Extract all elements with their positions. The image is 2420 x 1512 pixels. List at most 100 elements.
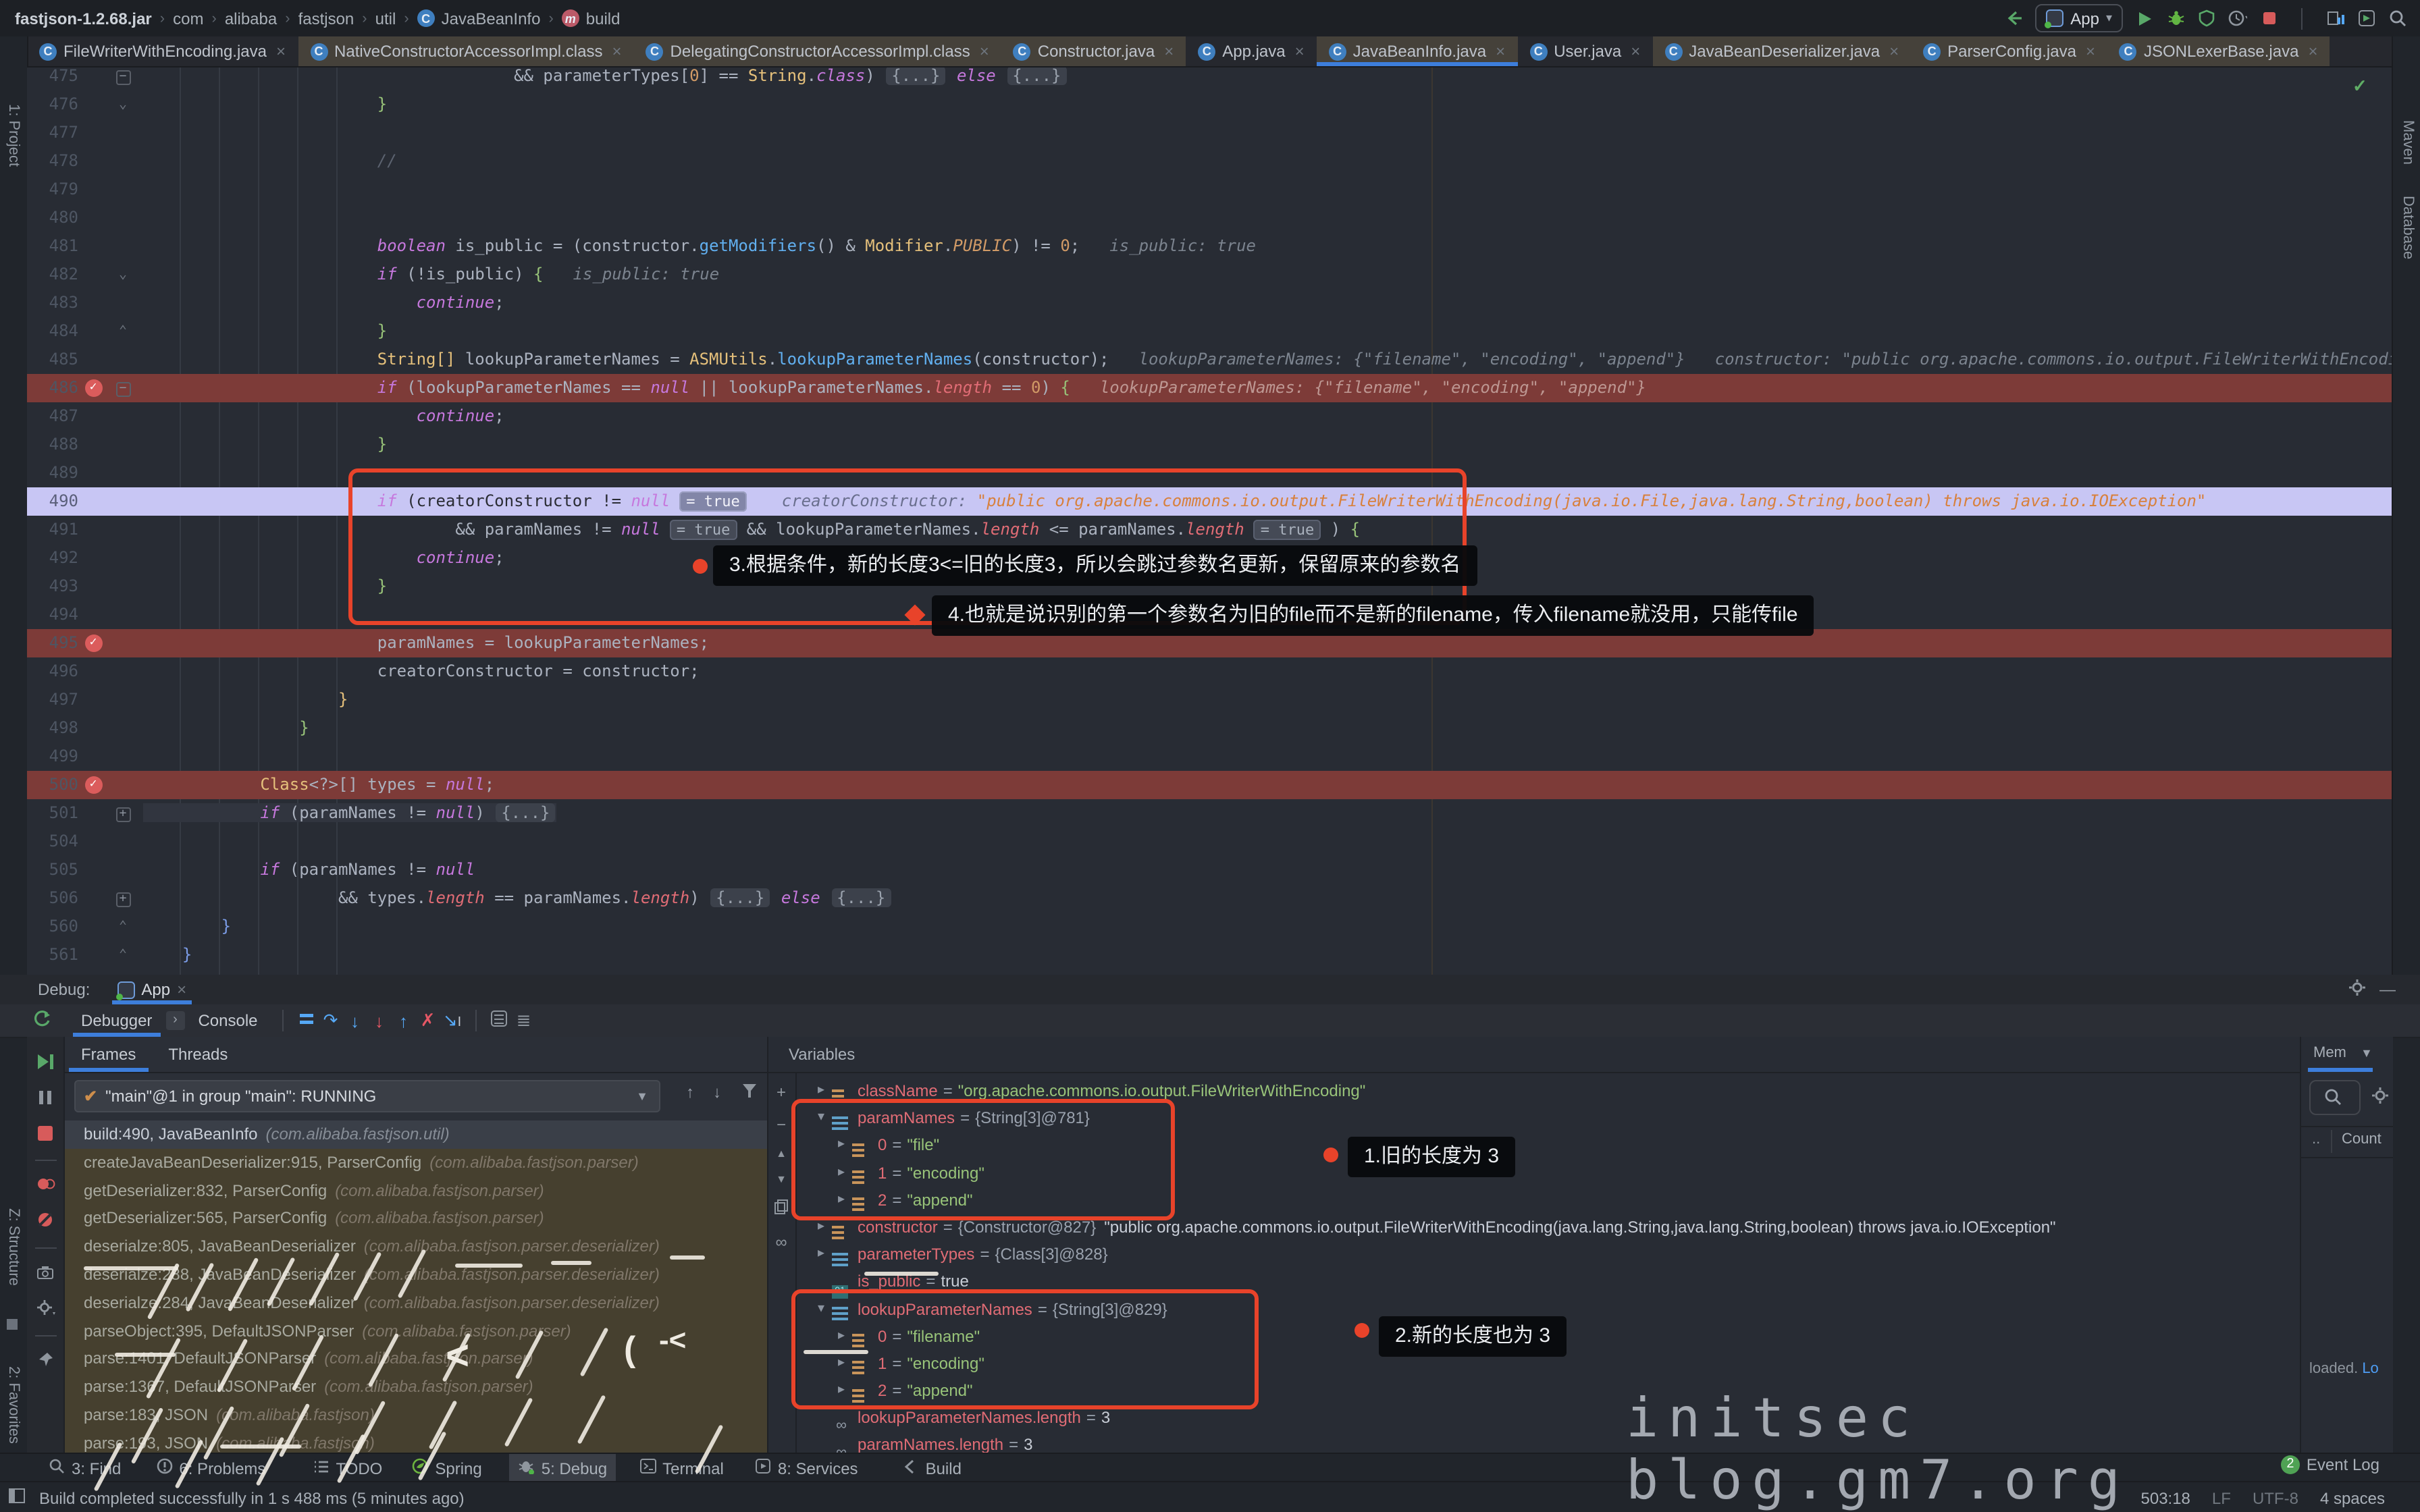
tab-debugger[interactable]: Debugger — [68, 1004, 165, 1037]
tab-User.java[interactable]: CUser.java× — [1517, 36, 1652, 66]
breadcrumb-root[interactable]: fastjson-1.2.68.jar — [15, 9, 152, 28]
tab-FileWriterWithEncoding.java[interactable]: CFileWriterWithEncoding.java× — [27, 36, 298, 66]
force-step-into-icon[interactable]: ↓ — [367, 1010, 392, 1031]
tab-threads[interactable]: Threads — [152, 1037, 244, 1072]
code-line-560[interactable]: 560⌃ } — [27, 913, 2392, 941]
variable-row-1[interactable]: ▸1="encoding" — [797, 1159, 2300, 1186]
fold-icon[interactable]: − — [115, 382, 130, 397]
chevron-down-icon[interactable]: ▼ — [2361, 1046, 2373, 1060]
run-button[interactable] — [2135, 9, 2154, 28]
code-line-476[interactable]: 476⌄ } — [27, 90, 2392, 119]
variable-row-className[interactable]: ▸className="org.apache.commons.io.output… — [797, 1077, 2300, 1104]
expand-icon[interactable]: ▸ — [833, 1132, 849, 1159]
scroll-up-icon[interactable]: ▲ — [776, 1148, 787, 1160]
expand-icon[interactable]: ▾ — [813, 1295, 829, 1322]
hide-panel-icon[interactable]: — — [2379, 980, 2396, 999]
thread-selector[interactable]: ✔ "main"@1 in group "main": RUNNING ▼ — [74, 1080, 660, 1112]
tab-memory[interactable]: Mem — [2313, 1045, 2346, 1061]
fold-icon[interactable]: ⌃ — [119, 948, 127, 963]
code-line-492[interactable]: 492 continue; — [27, 544, 2392, 572]
close-icon[interactable]: × — [1631, 42, 1640, 61]
expand-icon[interactable]: ▾ — [813, 1104, 829, 1131]
expand-icon[interactable]: ▸ — [833, 1350, 849, 1377]
add-watch-icon[interactable]: + — [777, 1083, 786, 1102]
variable-row-0[interactable]: ▸0="filename" — [797, 1322, 2300, 1349]
panel-toggle-icon[interactable] — [8, 1488, 26, 1508]
tab-JSONLexerBase.java[interactable]: CJSONLexerBase.java× — [2107, 36, 2330, 66]
coverage-button[interactable] — [2197, 9, 2216, 28]
code-line-489[interactable]: 489 — [27, 459, 2392, 487]
code-line-501[interactable]: 501+ if (paramNames != null) {...} — [27, 799, 2392, 828]
expand-icon[interactable]: ▸ — [813, 1077, 829, 1104]
breakpoint-icon[interactable]: ✓ — [84, 379, 102, 397]
mute-breakpoints-icon[interactable] — [36, 1211, 54, 1233]
file-encoding[interactable]: UTF-8 — [2253, 1488, 2298, 1507]
sidebar-item-maven[interactable]: Maven — [2400, 120, 2416, 165]
fold-icon[interactable]: + — [115, 892, 130, 907]
back-arrow-icon[interactable] — [2004, 9, 2023, 28]
sidebar-item-favorites[interactable]: 2: Favorites — [5, 1366, 22, 1444]
stop-button[interactable] — [2259, 9, 2278, 28]
drop-frame-icon[interactable]: ✗ — [416, 1010, 440, 1031]
frame-row[interactable]: build:490, JavaBeanInfo(com.alibaba.fast… — [65, 1120, 767, 1149]
compare-icon[interactable] — [2325, 9, 2344, 28]
code-line-500[interactable]: 500✓ Class<?>[] types = null; — [27, 771, 2392, 799]
inspections-ok-icon[interactable]: ✓ — [2352, 76, 2367, 97]
pin-icon[interactable] — [37, 1351, 53, 1372]
remove-watch-icon[interactable]: − — [777, 1115, 786, 1134]
code-line-495[interactable]: 495✓ paramNames = lookupParameterNames; — [27, 629, 2392, 657]
toolwindow-Terminal[interactable]: Terminal — [631, 1454, 732, 1482]
code-line-488[interactable]: 488 } — [27, 431, 2392, 459]
frame-row[interactable]: parse:1401, DefaultJSONParser(com.alibab… — [65, 1345, 767, 1374]
variable-row-1[interactable]: ▸1="encoding" — [797, 1350, 2300, 1377]
search-icon[interactable] — [2388, 9, 2406, 28]
toolwindow-TODO[interactable]: TODO — [305, 1454, 390, 1482]
tab-Constructor.java[interactable]: CConstructor.java× — [1001, 36, 1186, 66]
step-into-icon[interactable]: ↓ — [343, 1010, 367, 1031]
load-classes-link[interactable]: Lo — [2362, 1361, 2379, 1377]
breadcrumb-item[interactable]: fastjson — [298, 9, 354, 28]
memory-search-input[interactable] — [2309, 1080, 2361, 1115]
expand-icon[interactable]: ▸ — [833, 1159, 849, 1186]
fold-icon[interactable]: − — [115, 70, 130, 85]
tab-NativeConstructorAccessorImpl.class[interactable]: CNativeConstructorAccessorImpl.class× — [298, 36, 634, 66]
tab-JavaBeanDeserializer.java[interactable]: CJavaBeanDeserializer.java× — [1652, 36, 1911, 66]
sidebar-item-database[interactable]: Database — [2400, 196, 2416, 259]
view-breakpoints-icon[interactable] — [36, 1176, 55, 1196]
tab-ParserConfig.java[interactable]: CParserConfig.java× — [1911, 36, 2107, 66]
breadcrumb-class[interactable]: JavaBeanInfo — [442, 9, 541, 28]
code-line-482[interactable]: 482⌄ if (!is_public) {is_public: true — [27, 261, 2392, 289]
toolwindow-3: Find[interactable]: 3: Find — [41, 1454, 129, 1482]
close-icon[interactable]: × — [1295, 42, 1305, 61]
code-line-481[interactable]: 481 boolean is_public = (constructor.get… — [27, 232, 2392, 261]
variable-row-2[interactable]: ▸2="append" — [797, 1377, 2300, 1404]
frame-row[interactable]: getDeserializer:832, ParserConfig(com.al… — [65, 1177, 767, 1205]
tab-DelegatingConstructorAccessorImpl.class[interactable]: CDelegatingConstructorAccessorImpl.class… — [634, 36, 1001, 66]
layout-settings-icon[interactable]: ≣ — [512, 1010, 536, 1031]
evaluate-expression-icon[interactable] — [488, 1010, 512, 1031]
expand-icon[interactable]: ▸ — [833, 1377, 849, 1404]
fold-icon[interactable]: ⌄ — [119, 97, 127, 112]
code-line-480[interactable]: 480 — [27, 204, 2392, 232]
expand-icon[interactable]: ▸ — [813, 1214, 829, 1241]
fold-icon[interactable]: ⌄ — [119, 267, 127, 282]
toolwindow-5: Debug[interactable]: 5: Debug — [509, 1454, 615, 1482]
breakpoint-icon[interactable]: ✓ — [84, 634, 102, 652]
show-execution-point-icon[interactable] — [294, 1009, 319, 1032]
frame-row[interactable]: createJavaBeanDeserializer:915, ParserCo… — [65, 1149, 767, 1177]
frame-down-icon[interactable]: ↓ — [713, 1083, 721, 1102]
breadcrumb-method[interactable]: build — [586, 9, 621, 28]
code-line-506[interactable]: 506+ && types.length == paramNames.lengt… — [27, 884, 2392, 913]
code-line-479[interactable]: 479 — [27, 176, 2392, 204]
line-ending[interactable]: LF — [2212, 1488, 2231, 1507]
memory-settings-icon[interactable] — [2371, 1087, 2389, 1108]
code-editor[interactable]: 475− && parameterTypes[0] == String.clas… — [27, 68, 2392, 975]
code-line-561[interactable]: 561⌃ } — [27, 941, 2392, 969]
fold-icon[interactable]: ⌃ — [119, 324, 127, 339]
variable-row-0[interactable]: ▸0="file" — [797, 1132, 2300, 1159]
toolwindow-6: Problems[interactable]: 6: Problems — [148, 1454, 273, 1482]
frame-row[interactable]: deserialze:805, JavaBeanDeserializer(com… — [65, 1233, 767, 1261]
scroll-down-icon[interactable]: ▼ — [776, 1173, 787, 1185]
close-icon[interactable]: × — [1889, 42, 1899, 61]
code-line-494[interactable]: 494 — [27, 601, 2392, 629]
